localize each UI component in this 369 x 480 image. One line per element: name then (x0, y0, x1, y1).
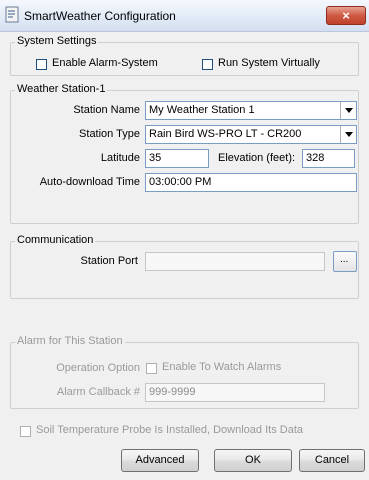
chevron-down-icon (345, 132, 353, 137)
auto-download-time-input[interactable]: 03:00:00 PM (145, 173, 357, 192)
cancel-button-label: Cancel (314, 454, 350, 466)
close-button[interactable]: × (326, 6, 366, 25)
station-port-input[interactable] (145, 252, 325, 271)
auto-download-label: Auto-download Time (39, 176, 140, 188)
chevron-down-icon (345, 108, 353, 113)
station-type-combobox[interactable]: Rain Bird WS-PRO LT - CR200 (145, 125, 357, 144)
weather-station-legend: Weather Station-1 (15, 83, 108, 95)
operation-option-label: Operation Option (56, 362, 140, 374)
enable-watch-alarms-label[interactable]: Enable To Watch Alarms (162, 361, 281, 373)
elevation-input[interactable]: 328 (302, 149, 355, 168)
communication-legend: Communication (15, 234, 96, 246)
station-type-value: Rain Bird WS-PRO LT - CR200 (149, 128, 302, 140)
latitude-input[interactable]: 35 (145, 149, 209, 168)
station-type-dropdown-button[interactable] (340, 126, 356, 143)
alarm-callback-input[interactable]: 999-9999 (145, 383, 325, 402)
ok-button-label: OK (245, 454, 261, 466)
station-type-label: Station Type (79, 128, 140, 140)
close-icon: × (342, 8, 350, 23)
app-icon (5, 6, 19, 23)
run-virtually-label[interactable]: Run System Virtually (218, 57, 320, 69)
enable-alarm-system-checkbox[interactable] (36, 59, 47, 70)
enable-alarm-system-label[interactable]: Enable Alarm-System (52, 57, 158, 69)
browse-port-button[interactable]: ... (333, 251, 357, 272)
title-bar[interactable]: SmartWeather Configuration × (0, 0, 369, 32)
window-title: SmartWeather Configuration (24, 9, 176, 23)
station-name-label: Station Name (73, 104, 140, 116)
ellipsis-icon: ... (340, 254, 349, 265)
advanced-button-label: Advanced (135, 454, 185, 466)
ok-button[interactable]: OK (214, 449, 292, 472)
station-name-value: My Weather Station 1 (149, 104, 255, 116)
latitude-label: Latitude (100, 152, 140, 164)
enable-watch-alarms-checkbox[interactable] (146, 363, 157, 374)
cancel-button[interactable]: Cancel (299, 449, 365, 472)
run-virtually-checkbox[interactable] (202, 59, 213, 70)
alarm-legend: Alarm for This Station (15, 335, 125, 347)
station-name-combobox[interactable]: My Weather Station 1 (145, 101, 357, 120)
elevation-label: Elevation (feet): (218, 152, 296, 164)
station-name-dropdown-button[interactable] (340, 102, 356, 119)
soil-probe-checkbox[interactable] (20, 426, 31, 437)
advanced-button[interactable]: Advanced (121, 449, 199, 472)
alarm-callback-label: Alarm Callback # (56, 386, 140, 398)
system-settings-legend: System Settings (15, 35, 99, 47)
soil-probe-label[interactable]: Soil Temperature Probe Is Installed, Dow… (36, 424, 303, 436)
station-port-label: Station Port (80, 255, 138, 267)
